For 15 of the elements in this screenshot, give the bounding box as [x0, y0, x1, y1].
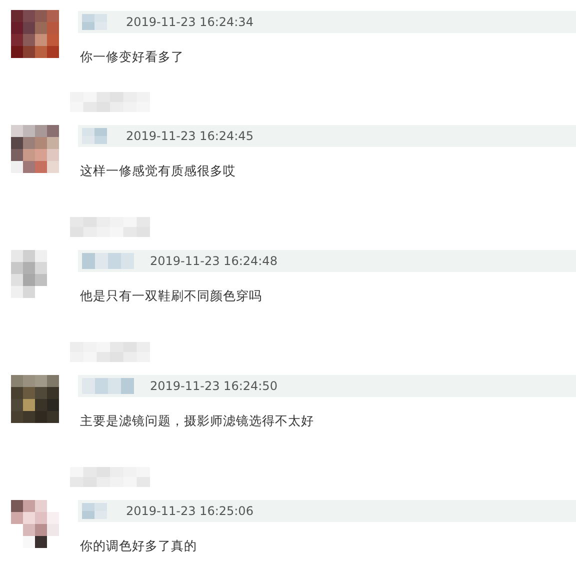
blurred-name [82, 378, 134, 394]
blurred-name [82, 253, 134, 269]
comment-time: 2019-11-23 16:24:34 [126, 15, 254, 29]
comment-time: 2019-11-23 16:24:48 [150, 254, 278, 268]
comment-text: 主要是滤镜问题，摄影师滤镜选得不太好 [80, 413, 315, 430]
comment-time: 2019-11-23 16:24:50 [150, 379, 278, 393]
comment-text: 你的调色好多了真的 [80, 538, 198, 555]
comment-time: 2019-11-23 16:25:06 [126, 504, 254, 518]
blurred-name [82, 14, 107, 30]
comment-text: 这样一修感觉有质感很多哎 [80, 163, 237, 180]
blurred-name [82, 503, 107, 519]
comment-text: 他是只有一双鞋刷不同颜色穿吗 [80, 288, 263, 305]
comment-time: 2019-11-23 16:24:45 [126, 129, 254, 143]
blurred-name [82, 128, 107, 144]
comment-text: 你一修变好看多了 [80, 49, 185, 66]
